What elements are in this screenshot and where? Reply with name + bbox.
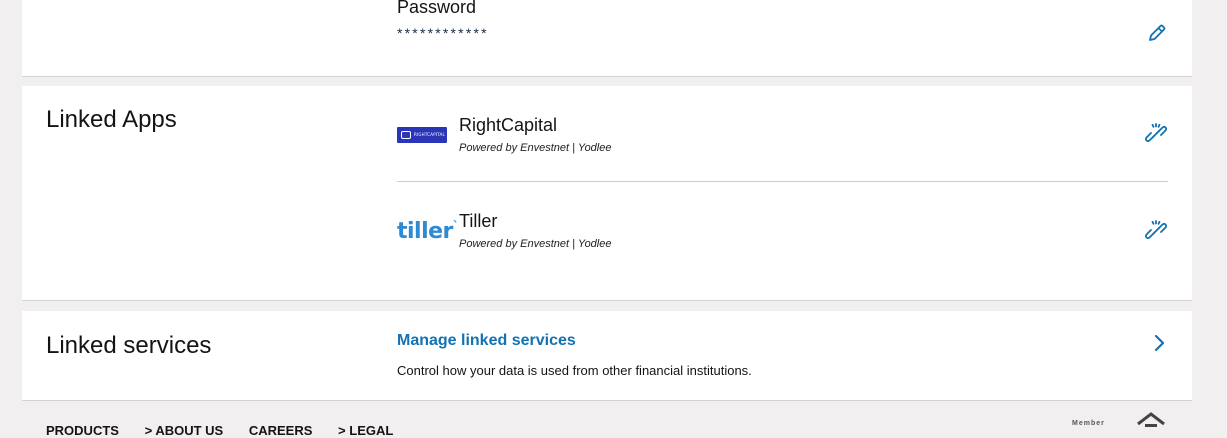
footer: PRODUCTS > ABOUT US CAREERS > LEGAL Memb… [0,400,1227,438]
rightcapital-logo: RIGHTCAPITAL [397,127,447,143]
apps-divider [397,181,1168,182]
edit-password-button[interactable] [1146,22,1168,44]
link-icon [1144,220,1168,240]
app-powered-by: Powered by Envestnet | Yodlee [459,142,612,154]
linked-apps-title: Linked Apps [46,106,177,133]
linked-apps-card: Linked Apps RIGHTCAPITAL RightCapital Po… [22,86,1192,301]
app-name: RightCapital [459,115,558,135]
unlink-tiller-button[interactable] [1144,219,1168,243]
manage-linked-services-link[interactable]: Manage linked services [397,332,576,350]
linked-services-description: Control how your data is used from other… [397,363,752,378]
linked-app-row: tiller` Tiller Powered by Envestnet | Yo… [397,211,1168,283]
link-icon [1144,123,1168,143]
linked-services-card: Linked services Manage linked services C… [22,311,1192,401]
tiller-logo: tiller` [397,219,459,244]
password-masked-value: ************ [397,25,489,41]
fdic-member-logo: Member [1072,420,1105,427]
chevron-right-icon [1154,334,1165,352]
unlink-rightcapital-button[interactable] [1144,122,1168,146]
linked-services-chevron-button[interactable] [1150,333,1168,353]
linked-services-title: Linked services [46,332,212,359]
app-name: Tiller [459,211,498,231]
password-card: Password ************ [22,0,1192,77]
pencil-icon [1149,24,1166,41]
linked-app-row: RIGHTCAPITAL RightCapital Powered by Env… [397,115,1168,187]
password-label: Password [397,0,477,17]
app-powered-by: Powered by Envestnet | Yodlee [459,238,612,250]
equal-housing-lender-icon [1136,412,1166,437]
